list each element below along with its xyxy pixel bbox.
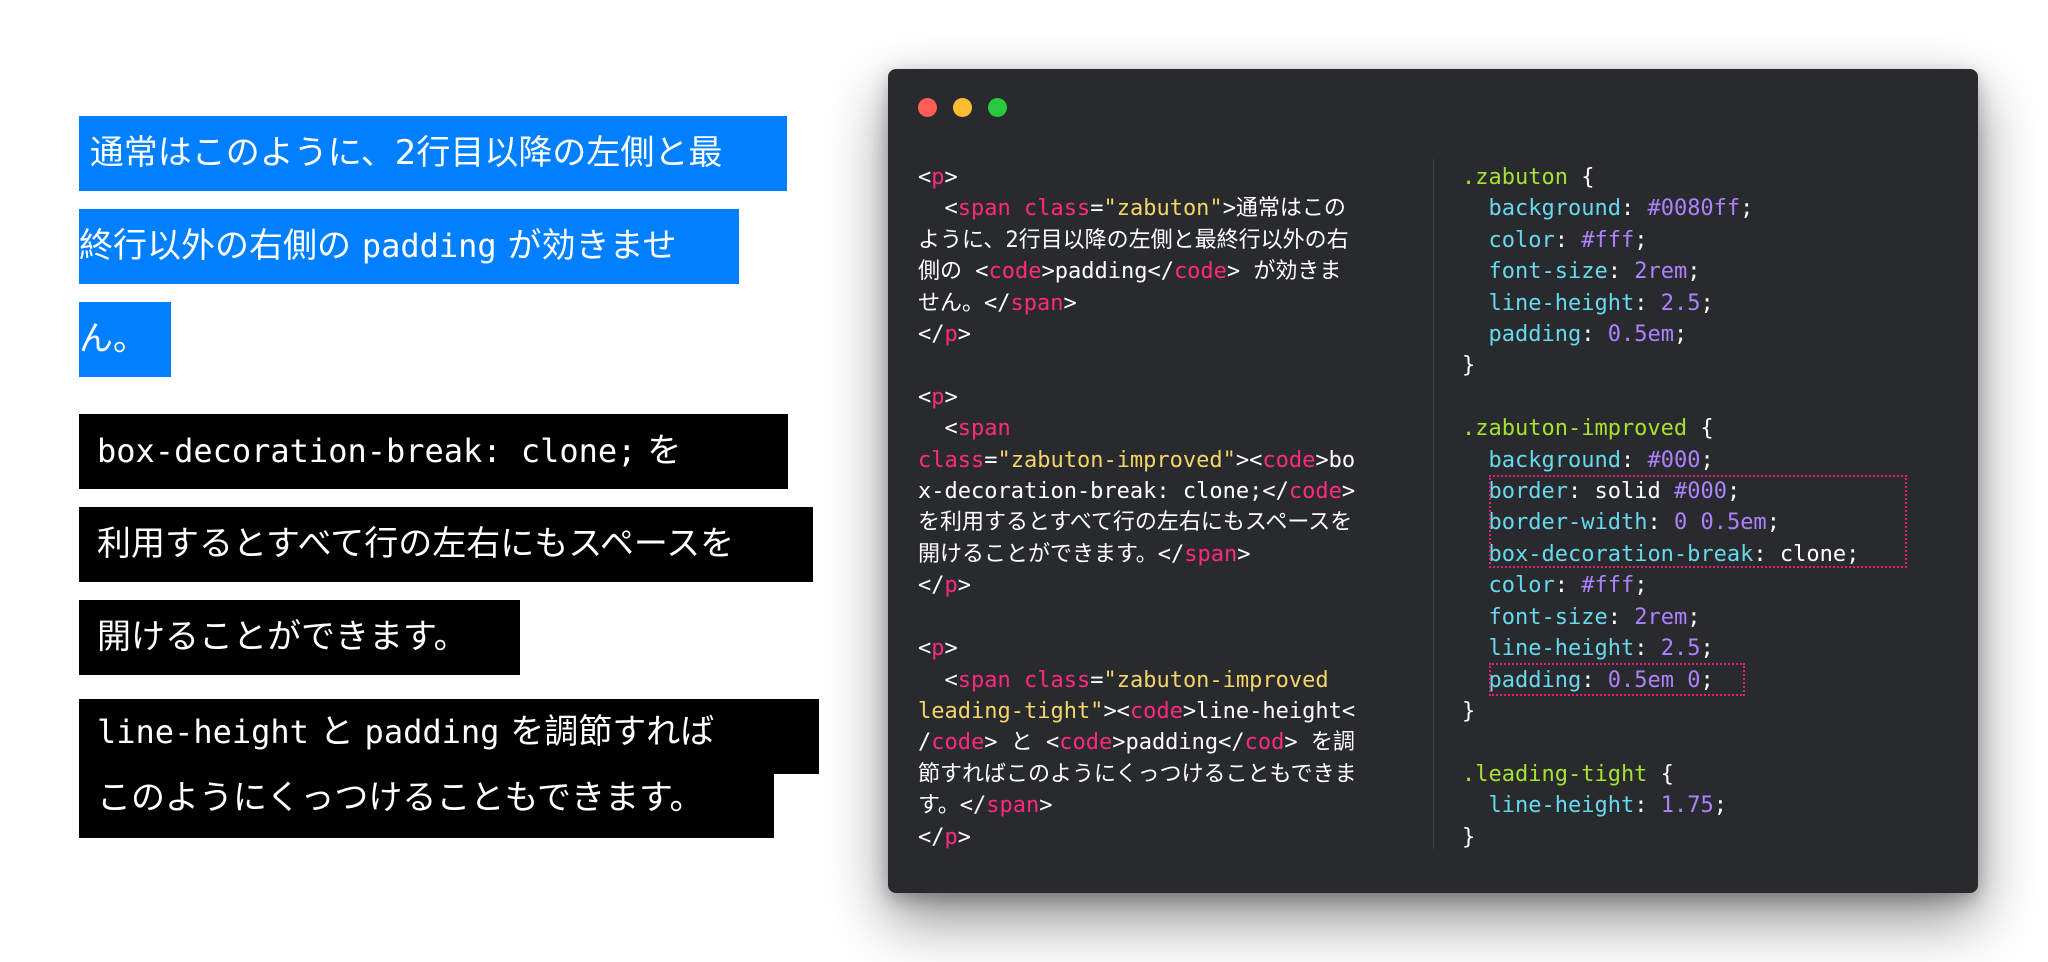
improved-line-1: box-decoration-break: clone; を	[79, 414, 788, 489]
improved-line-2: 利用するとすべて行の左右にもスペースを	[79, 507, 813, 582]
close-button[interactable]	[918, 98, 937, 117]
improved-line-1-rest: を	[636, 431, 682, 471]
highlight-padding-rule	[1489, 663, 1745, 696]
highlight-border-rules	[1489, 475, 1907, 568]
code-window: <p> <span class="zabuton">通常はこの ように、2行目以…	[888, 69, 1978, 893]
zabuton-line-3-text: ん。	[79, 319, 147, 359]
zabuton-line-1-text: 通常はこのように、2行目以降の左側と最	[79, 133, 723, 173]
box-decoration-code: box-decoration-break: clone;	[97, 432, 637, 470]
improved-line-2-text: 利用するとすべて行の左右にもスペースを	[97, 524, 735, 564]
tight-line-2-text: このようにくっつけることもできます。	[97, 778, 704, 818]
zabuton-line-3: ん。	[79, 302, 171, 377]
line-height-code: line-height	[97, 713, 309, 751]
padding-code: padding	[361, 227, 497, 265]
zabuton-line-2: 終行以外の右側の padding が効きませ	[79, 209, 739, 284]
padding-code-2: padding	[364, 713, 500, 751]
tight-line-1-rest: を調節すれば	[499, 712, 715, 752]
minimize-button[interactable]	[953, 98, 972, 117]
zabuton-line-2-rest: が効きませ	[496, 226, 677, 266]
tight-line-1-mid: と	[308, 712, 365, 752]
code-divider	[1433, 159, 1434, 849]
html-code-block: <p> <span class="zabuton">通常はこの ように、2行目以…	[918, 165, 1357, 850]
zabuton-line-1: 通常はこのように、2行目以降の左側と最	[79, 116, 787, 191]
tight-line-2: このようにくっつけることもできます。	[79, 763, 774, 838]
zabuton-line-2-text: 終行以外の右側の	[79, 226, 362, 266]
improved-line-3: 開けることができます。	[79, 600, 520, 675]
improved-line-3-text: 開けることができます。	[97, 617, 468, 657]
zoom-button[interactable]	[988, 98, 1007, 117]
